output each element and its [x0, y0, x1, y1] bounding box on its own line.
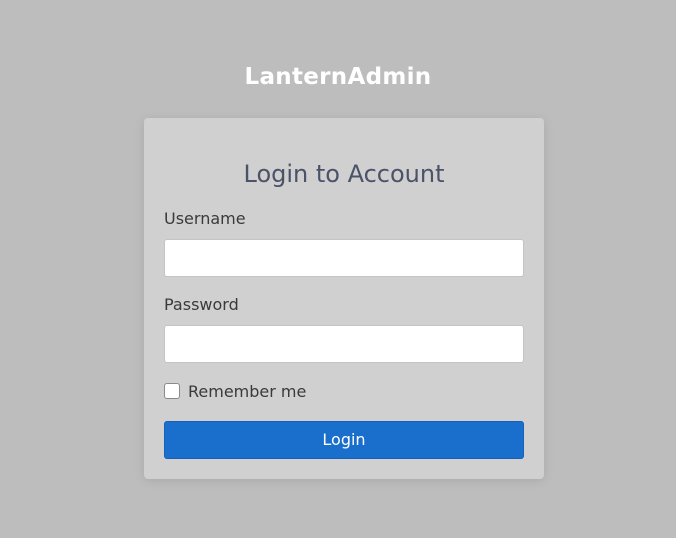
brand-logo-text: LanternAdmin — [244, 64, 432, 90]
remember-me-checkbox[interactable] — [164, 383, 180, 399]
remember-me-row[interactable]: Remember me — [164, 380, 306, 402]
remember-me-label[interactable]: Remember me — [188, 382, 306, 401]
username-input[interactable] — [164, 239, 524, 277]
password-input[interactable] — [164, 325, 524, 363]
login-button[interactable]: Login — [164, 421, 524, 459]
login-title: Login to Account — [243, 160, 445, 188]
username-label: Username — [164, 209, 246, 228]
password-label: Password — [164, 295, 239, 314]
login-card: Login to Account Username Password Remem… — [144, 118, 544, 479]
